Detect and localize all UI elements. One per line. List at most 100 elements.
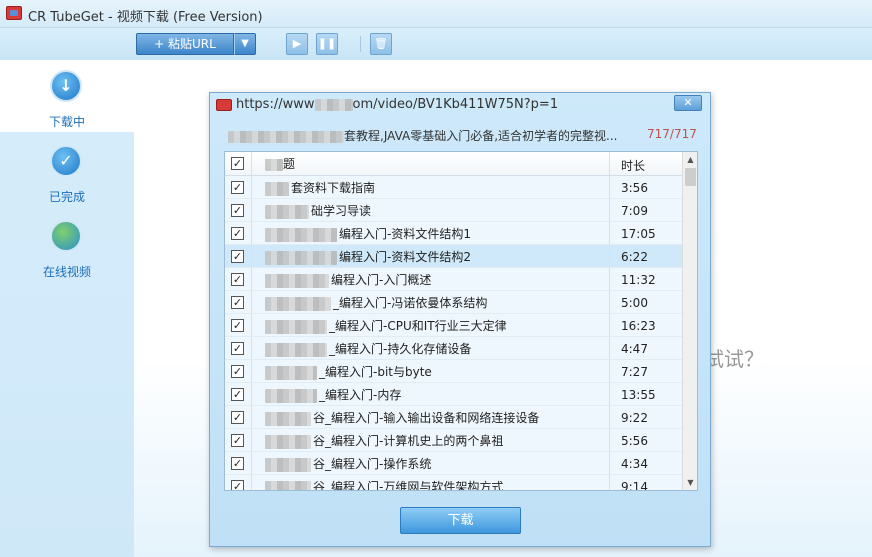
row-checkbox[interactable]: ✓ <box>231 457 244 470</box>
redacted-block <box>265 457 311 472</box>
row-checkbox[interactable]: ✓ <box>231 480 244 490</box>
play-icon[interactable]: ▶ <box>286 33 308 55</box>
table-row[interactable]: ✓ 编程入门-入门概述 11:32 <box>225 268 682 291</box>
redacted-block <box>265 342 327 357</box>
redacted-block <box>265 204 309 219</box>
column-divider <box>609 222 610 244</box>
row-duration: 3:56 <box>621 181 648 195</box>
redacted-block <box>265 250 337 265</box>
table-row[interactable]: ✓ _编程入门-持久化存储设备 4:47 <box>225 337 682 360</box>
redacted-block <box>265 365 317 380</box>
row-title: 础学习导读 <box>265 203 605 219</box>
column-divider <box>609 199 610 221</box>
playlist-title: 套教程,JAVA零基础入门必备,适合初学者的完整视... <box>228 127 648 144</box>
column-divider <box>609 360 610 382</box>
row-checkbox[interactable]: ✓ <box>231 227 244 240</box>
redacted-block <box>228 130 344 143</box>
row-title: 编程入门-资料文件结构1 <box>265 226 605 242</box>
row-checkbox[interactable]: ✓ <box>231 204 244 217</box>
row-title-text: 谷_编程入门-万维网与软件架构方式 <box>313 480 504 491</box>
row-title-text: _编程入门-内存 <box>319 388 402 402</box>
row-checkbox[interactable]: ✓ <box>231 434 244 447</box>
row-checkbox[interactable]: ✓ <box>231 411 244 424</box>
redacted-block <box>265 227 337 242</box>
table-row[interactable]: ✓ _编程入门-bit与byte 7:27 <box>225 360 682 383</box>
sidebar-item-online-video[interactable]: 在线视频 <box>0 210 134 282</box>
title-bar: CR TubeGet - 视频下载 (Free Version) <box>0 0 872 28</box>
dialog-url-prefix: https://www <box>236 97 315 112</box>
table-row[interactable]: ✓ 谷_编程入门-操作系统 4:34 <box>225 452 682 475</box>
app-logo-icon <box>6 6 22 20</box>
row-checkbox[interactable]: ✓ <box>231 388 244 401</box>
table-row[interactable]: ✓ _编程入门-内存 13:55 <box>225 383 682 406</box>
row-duration: 9:14 <box>621 480 648 491</box>
sidebar: ↓ 下载中 ✓ 已完成 在线视频 <box>0 60 134 557</box>
row-title-text: 谷_编程入门-输入输出设备和网络连接设备 <box>313 411 540 425</box>
scroll-down-icon[interactable]: ▼ <box>683 475 697 490</box>
row-checkbox[interactable]: ✓ <box>231 181 244 194</box>
scrollbar-thumb[interactable] <box>685 168 696 186</box>
pause-icon[interactable]: ❚❚ <box>316 33 338 55</box>
select-all-checkbox[interactable]: ✓ <box>231 157 244 170</box>
table-row[interactable]: ✓ 套资料下载指南 3:56 <box>225 176 682 199</box>
app-logo-icon <box>216 99 232 111</box>
scroll-up-icon[interactable]: ▲ <box>683 152 697 167</box>
column-divider <box>251 406 252 428</box>
table-row[interactable]: ✓ _编程入门-CPU和IT行业三大定律 16:23 <box>225 314 682 337</box>
paste-url-dropdown-button[interactable]: ▼ <box>234 33 256 55</box>
table-row[interactable]: ✓ 础学习导读 7:09 <box>225 199 682 222</box>
row-duration: 13:55 <box>621 388 656 402</box>
list-header: ✓ 题 时长 <box>225 152 682 176</box>
column-divider <box>251 429 252 451</box>
row-duration: 16:23 <box>621 319 656 333</box>
list-scrollbar[interactable]: ▲ ▼ <box>682 152 697 490</box>
sidebar-item-completed[interactable]: ✓ 已完成 <box>0 135 134 207</box>
row-duration: 5:00 <box>621 296 648 310</box>
redacted-block <box>265 181 289 196</box>
redacted-block <box>265 273 329 288</box>
row-title-text: 编程入门-资料文件结构2 <box>339 250 471 264</box>
column-divider <box>251 452 252 474</box>
download-button[interactable]: 下载 <box>400 507 521 534</box>
row-duration: 4:47 <box>621 342 648 356</box>
row-title-text: 础学习导读 <box>311 204 372 218</box>
table-row[interactable]: ✓ _编程入门-冯诺依曼体系结构 5:00 <box>225 291 682 314</box>
close-button[interactable]: ✕ <box>674 95 702 111</box>
table-row[interactable]: ✓ 编程入门-资料文件结构2 6:22 <box>225 245 682 268</box>
row-checkbox[interactable]: ✓ <box>231 342 244 355</box>
column-divider <box>251 245 252 267</box>
redacted-block <box>265 296 331 311</box>
row-title: _编程入门-冯诺依曼体系结构 <box>265 295 605 311</box>
table-row[interactable]: ✓ 谷_编程入门-计算机史上的两个鼻祖 5:56 <box>225 429 682 452</box>
redacted-block <box>314 98 353 111</box>
row-title: _编程入门-持久化存储设备 <box>265 341 605 357</box>
window-title: CR TubeGet - 视频下载 (Free Version) <box>28 10 263 25</box>
row-checkbox[interactable]: ✓ <box>231 250 244 263</box>
row-title: _编程入门-bit与byte <box>265 364 605 380</box>
column-divider <box>609 314 610 336</box>
row-title-text: 编程入门-入门概述 <box>331 273 432 287</box>
row-checkbox[interactable]: ✓ <box>231 319 244 332</box>
delete-icon[interactable]: 🗑 <box>370 33 392 55</box>
duration-column-header[interactable]: 时长 <box>621 157 645 174</box>
column-divider <box>251 268 252 290</box>
table-row[interactable]: ✓ 谷_编程入门-输入输出设备和网络连接设备 9:22 <box>225 406 682 429</box>
redacted-block <box>265 411 311 426</box>
video-select-dialog: https://www om/video/BV1Kb411W75N?p=1 ✕ 套… <box>209 92 711 547</box>
row-title: 谷_编程入门-操作系统 <box>265 456 605 472</box>
table-row[interactable]: ✓ 谷_编程入门-万维网与软件架构方式 9:14 <box>225 475 682 491</box>
title-column-header[interactable]: 题 <box>265 157 295 171</box>
sidebar-item-downloading[interactable]: ↓ 下载中 <box>0 60 134 132</box>
row-title-text: _编程入门-CPU和IT行业三大定律 <box>329 319 507 333</box>
column-divider <box>251 475 252 490</box>
row-duration: 7:09 <box>621 204 648 218</box>
paste-url-button[interactable]: + 粘贴URL <box>136 33 234 55</box>
row-checkbox[interactable]: ✓ <box>231 365 244 378</box>
row-title: 谷_编程入门-输入输出设备和网络连接设备 <box>265 410 605 426</box>
table-row[interactable]: ✓ 编程入门-资料文件结构1 17:05 <box>225 222 682 245</box>
column-divider <box>251 383 252 405</box>
row-title-text: 谷_编程入门-操作系统 <box>313 457 432 471</box>
row-checkbox[interactable]: ✓ <box>231 273 244 286</box>
row-duration: 9:22 <box>621 411 648 425</box>
row-checkbox[interactable]: ✓ <box>231 296 244 309</box>
